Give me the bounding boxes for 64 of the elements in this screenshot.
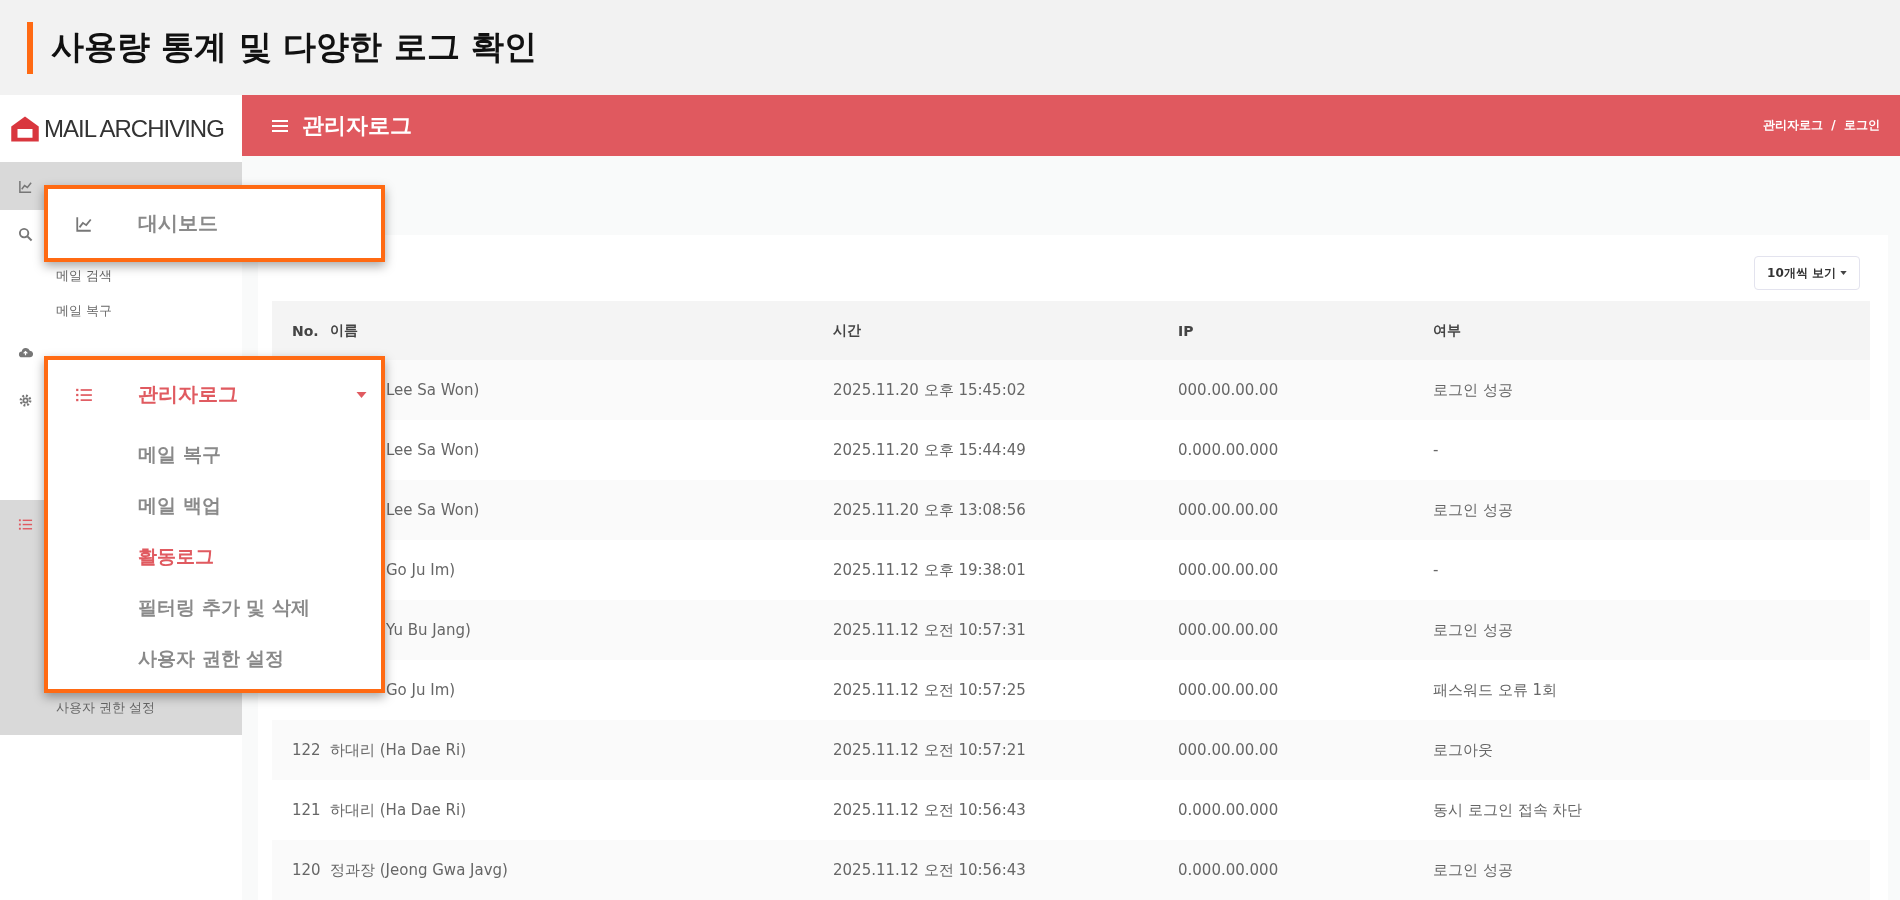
column-header: No. bbox=[291, 322, 320, 339]
name-cell: Yu Bu Jang) bbox=[386, 621, 471, 639]
ip-cell: 000.00.00.00 bbox=[1178, 501, 1279, 519]
slide-title: 사용량 통계 및 다양한 로그 확인 bbox=[51, 26, 538, 68]
breadcrumb: 관리자로그 / 로그인 bbox=[1762, 117, 1880, 134]
result-cell: 로그인 성공 bbox=[1433, 500, 1513, 519]
house-icon bbox=[10, 114, 40, 143]
column-header: 시간 bbox=[833, 321, 862, 340]
submenu-item[interactable]: 메일 백업 bbox=[48, 480, 381, 531]
chart-icon bbox=[74, 214, 94, 233]
time-cell: 2025.11.20 오후 15:44:49 bbox=[833, 440, 1026, 459]
name-cell: 하대리 (Ha Dae Ri) bbox=[330, 800, 467, 819]
time-cell: 2025.11.20 오후 13:08:56 bbox=[833, 500, 1026, 519]
time-cell: 2025.11.12 오전 10:57:31 bbox=[833, 620, 1026, 639]
result-cell: 로그인 성공 bbox=[1433, 860, 1513, 879]
result-cell: 로그인 성공 bbox=[1433, 620, 1513, 639]
time-cell: 2025.11.20 오후 15:45:02 bbox=[833, 380, 1026, 399]
menu-item[interactable]: 관리자로그 bbox=[48, 360, 381, 429]
result-cell: 로그인 성공 bbox=[1433, 380, 1513, 399]
name-cell: 정과장 (Jeong Gwa Javg) bbox=[330, 860, 508, 879]
name-cell: Go Ju Im) bbox=[386, 561, 456, 579]
logo-text: MAIL ARCHIVING bbox=[44, 114, 224, 143]
column-header: IP bbox=[1178, 322, 1195, 339]
result-cell: - bbox=[1433, 561, 1439, 579]
ip-cell: 000.00.00.00 bbox=[1178, 381, 1279, 399]
page-title: 관리자로그 bbox=[302, 111, 412, 140]
name-cell: Go Ju Im) bbox=[386, 681, 456, 699]
row-number: 120 bbox=[292, 861, 321, 879]
sidebar-item[interactable]: 사용자 권한 설정 bbox=[0, 690, 242, 725]
result-cell: 동시 로그인 접속 차단 bbox=[1433, 800, 1583, 819]
page-size-dropdown[interactable]: 10개씩 보기 bbox=[1754, 256, 1860, 290]
row-number: 122 bbox=[292, 741, 321, 759]
column-header: 여부 bbox=[1433, 321, 1462, 340]
ip-cell: 000.00.00.00 bbox=[1178, 681, 1279, 699]
time-cell: 2025.11.12 오전 10:57:21 bbox=[833, 740, 1026, 759]
name-cell: Lee Sa Won) bbox=[386, 501, 480, 519]
submenu-item[interactable]: 메일 복구 bbox=[48, 429, 381, 480]
ip-cell: 000.00.00.00 bbox=[1178, 741, 1279, 759]
sidebar-item[interactable]: 메일 복구 bbox=[0, 293, 242, 328]
caret-icon bbox=[1840, 271, 1847, 275]
sidebar-item[interactable]: 메일 검색 bbox=[0, 258, 242, 293]
time-cell: 2025.11.12 오후 19:38:01 bbox=[833, 560, 1026, 579]
ip-cell: 0.000.00.000 bbox=[1178, 801, 1279, 819]
name-cell: 하대리 (Ha Dae Ri) bbox=[330, 740, 467, 759]
column-header: 이름 bbox=[330, 321, 359, 340]
menu-icon[interactable] bbox=[272, 118, 288, 133]
ip-cell: 0.000.00.000 bbox=[1178, 861, 1279, 879]
result-cell: 패스워드 오류 1회 bbox=[1433, 680, 1558, 699]
time-cell: 2025.11.12 오전 10:56:43 bbox=[833, 800, 1026, 819]
name-cell: Lee Sa Won) bbox=[386, 441, 480, 459]
name-cell: Lee Sa Won) bbox=[386, 381, 480, 399]
row-number: 121 bbox=[292, 801, 321, 819]
submenu-item[interactable]: 필터링 추가 및 삭제 bbox=[48, 582, 381, 633]
time-cell: 2025.11.12 오전 10:57:25 bbox=[833, 680, 1026, 699]
ip-cell: 0.000.00.000 bbox=[1178, 441, 1279, 459]
submenu-item[interactable]: 활동로그 bbox=[48, 531, 381, 582]
submenu-item[interactable]: 사용자 권한 설정 bbox=[48, 633, 381, 684]
ip-cell: 000.00.00.00 bbox=[1178, 561, 1279, 579]
result-cell: - bbox=[1433, 441, 1439, 459]
ip-cell: 000.00.00.00 bbox=[1178, 621, 1279, 639]
menu-item[interactable]: 대시보드 bbox=[48, 189, 381, 258]
caret-icon bbox=[356, 391, 367, 398]
result-cell: 로그아웃 bbox=[1433, 740, 1493, 759]
time-cell: 2025.11.12 오전 10:56:43 bbox=[833, 860, 1026, 879]
